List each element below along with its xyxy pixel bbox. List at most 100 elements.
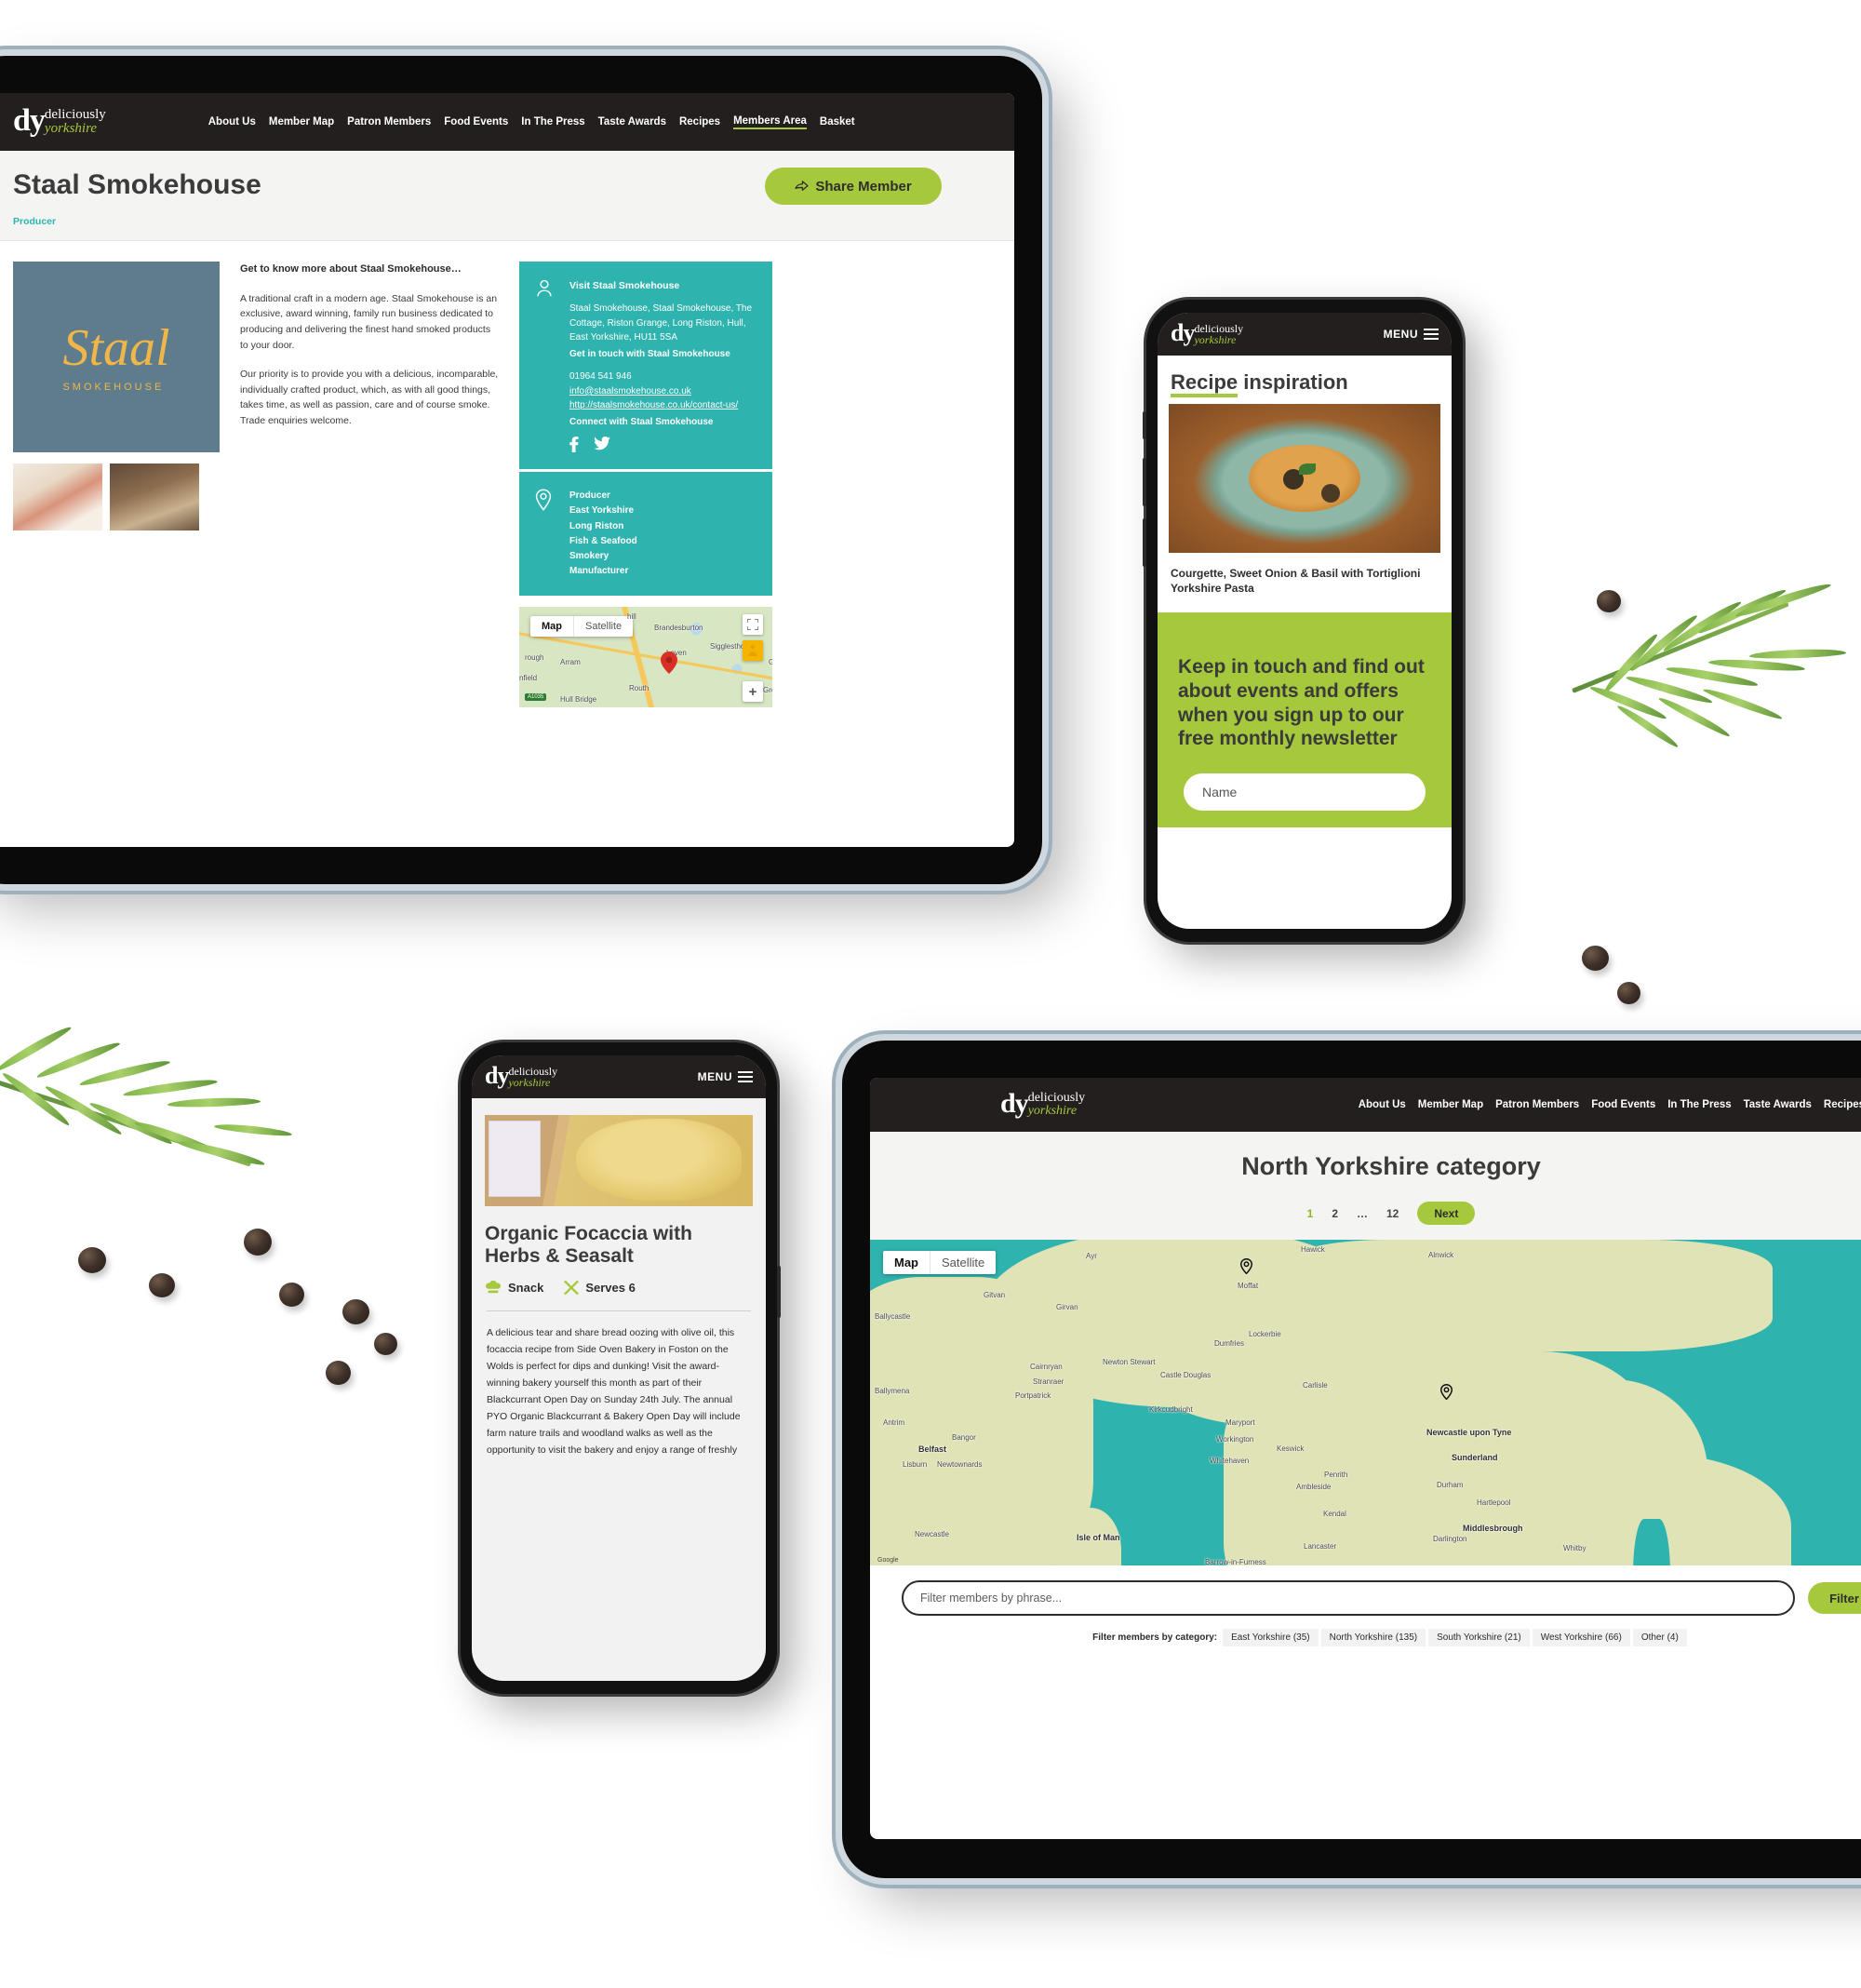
mobile-menu-button[interactable]: MENU	[1384, 326, 1439, 343]
pagination: 1 2 … 12 Next	[870, 1190, 1861, 1240]
peppercorn	[1597, 590, 1621, 612]
nav-item-food-events[interactable]: Food Events	[1591, 1099, 1655, 1110]
logo-mark: dy	[1171, 319, 1195, 346]
recipe-meta-label: Serves 6	[585, 1280, 636, 1295]
minimap-label: Arram	[560, 658, 581, 667]
page-number[interactable]: 2	[1332, 1207, 1338, 1220]
nav-item-about-us[interactable]: About Us	[208, 116, 256, 128]
brand-logo[interactable]: dy deliciously yorkshire	[1171, 319, 1243, 346]
map-place-label: Gitvan	[984, 1291, 1006, 1299]
category-filter-label: Filter members by category:	[1092, 1632, 1218, 1643]
page-number-current[interactable]: 1	[1307, 1207, 1314, 1220]
phone-volume-button[interactable]	[1143, 518, 1146, 567]
filter-phrase-input[interactable]: Filter members by phrase...	[902, 1580, 1795, 1616]
recipe-heading-word: Recipe	[1171, 370, 1238, 397]
about-paragraph: A traditional craft in a modern age. Sta…	[240, 292, 498, 351]
logo-word-2: yorkshire	[1194, 333, 1237, 346]
phone-volume-button[interactable]	[1143, 458, 1146, 506]
member-minimap[interactable]: Map Satellite hill Brandesburton Leven S…	[519, 607, 772, 708]
menu-label: MENU	[1383, 328, 1418, 341]
nav-item-food-events[interactable]: Food Events	[444, 116, 508, 128]
member-body: Staal SMOKEHOUSE Get to know more about …	[0, 241, 1014, 708]
logo-mark: dy	[485, 1062, 509, 1089]
social-links	[569, 437, 757, 453]
nav-item-member-map[interactable]: Member Map	[1418, 1099, 1483, 1110]
rosemary-sprig-bottom-left	[0, 987, 335, 1266]
minimap-map-tab[interactable]: Map	[530, 616, 573, 637]
nav-item-recipes[interactable]: Recipes	[679, 116, 720, 128]
members-map[interactable]: Map Satellite Ayr Girvan Moffat Lockerbie Du…	[870, 1240, 1861, 1565]
member-thumbnail[interactable]	[110, 463, 199, 531]
nav-item-in-the-press[interactable]: In The Press	[1667, 1099, 1731, 1110]
minimap-fullscreen-button[interactable]	[743, 614, 763, 636]
map-place-label: Workington	[1216, 1435, 1254, 1444]
mobile-menu-button[interactable]: MENU	[698, 1068, 753, 1085]
map-place-label: Whitby	[1563, 1544, 1587, 1552]
nav-item-patron-members[interactable]: Patron Members	[347, 116, 431, 128]
visit-heading: Visit Staal Smokehouse	[569, 280, 680, 291]
nav-item-basket[interactable]: Basket	[820, 116, 855, 128]
filter-button[interactable]: Filter	[1808, 1582, 1861, 1614]
nav-item-in-the-press[interactable]: In The Press	[521, 116, 584, 128]
facebook-icon[interactable]	[569, 437, 579, 453]
phone-volume-button[interactable]	[1143, 411, 1146, 439]
minimap-label: hill	[627, 612, 636, 622]
next-page-button[interactable]: Next	[1417, 1202, 1476, 1225]
map-member-pin[interactable]	[1440, 1384, 1453, 1400]
category-list: Producer East Yorkshire Long Riston Fish…	[569, 489, 757, 579]
twitter-icon[interactable]	[594, 437, 610, 450]
brand-logo[interactable]: dy deliciously yorkshire	[485, 1062, 557, 1089]
logo-word-1: deliciously	[1027, 1091, 1086, 1105]
newsletter-heading: Keep in touch and find out about events …	[1178, 656, 1425, 750]
nav-item-taste-awards[interactable]: Taste Awards	[1744, 1099, 1812, 1110]
newsletter-name-input[interactable]: Name	[1184, 772, 1426, 811]
nav-item-members-area[interactable]: Members Area	[733, 115, 807, 129]
minimap-type-control[interactable]: Map Satellite	[530, 616, 634, 638]
category-item: Fish & Seafood	[569, 535, 637, 546]
category-chip-west-yorkshire[interactable]: West Yorkshire (66)	[1532, 1629, 1630, 1646]
map-place-label: Girvan	[1056, 1303, 1078, 1311]
page-ellipsis: …	[1357, 1206, 1368, 1220]
newsletter-block: Keep in touch and find out about events …	[1158, 612, 1452, 827]
member-logo-card: Staal SMOKEHOUSE	[13, 262, 220, 452]
category-chip-north-yorkshire[interactable]: North Yorkshire (135)	[1320, 1629, 1426, 1646]
nav-item-patron-members[interactable]: Patron Members	[1495, 1099, 1579, 1110]
minimap-road-badge: A1035	[525, 693, 547, 702]
nav-item-recipes[interactable]: Recipes	[1824, 1099, 1861, 1110]
map-place-label: Ballymena	[875, 1387, 910, 1395]
focaccia-body: A delicious tear and share bread oozing …	[487, 1326, 741, 1457]
brand-logo[interactable]: dy deliciously yorkshire	[13, 105, 106, 137]
map-place-label: Belfast	[918, 1444, 947, 1454]
nav-item-taste-awards[interactable]: Taste Awards	[598, 116, 666, 128]
about-paragraph: Our priority is to provide you with a de…	[240, 368, 499, 427]
minimap-street-view-button[interactable]	[743, 640, 763, 662]
nav-item-member-map[interactable]: Member Map	[269, 116, 334, 128]
member-thumbnail[interactable]	[13, 463, 102, 531]
member-website-link[interactable]: http://staalsmokehouse.co.uk/contact-us/	[569, 400, 738, 410]
primary-nav: About Us Member Map Patron Members Food …	[1359, 1098, 1861, 1112]
minimap-satellite-tab[interactable]: Satellite	[573, 616, 633, 638]
map-type-control[interactable]: Map Satellite	[883, 1251, 997, 1274]
phone-power-button[interactable]	[777, 1266, 781, 1318]
brand-logo[interactable]: dy deliciously yorkshire	[1000, 1090, 1086, 1118]
map-place-label: Ambleside	[1296, 1483, 1332, 1491]
satellite-tab[interactable]: Satellite	[930, 1251, 996, 1274]
category-chip-other[interactable]: Other (4)	[1632, 1629, 1687, 1646]
category-chip-east-yorkshire[interactable]: East Yorkshire (35)	[1223, 1629, 1319, 1646]
minimap-zoom-in-button[interactable]: +	[743, 681, 763, 703]
map-place-label: Lockerbie	[1249, 1330, 1281, 1338]
member-email-link[interactable]: info@staalsmokehouse.co.uk	[569, 386, 691, 396]
connect-heading: Connect with Staal Smokehouse	[569, 416, 714, 427]
tablet-screen: dy deliciously yorkshire About Us Member…	[0, 93, 1014, 847]
map-place-label: Sunderland	[1452, 1453, 1498, 1462]
share-member-button[interactable]: Share Member	[765, 168, 942, 205]
nav-item-about-us[interactable]: About Us	[1359, 1099, 1406, 1110]
location-pin-icon	[534, 489, 558, 579]
map-place-label: Newton Stewart	[1103, 1358, 1156, 1366]
peppercorn	[326, 1361, 351, 1385]
map-member-pin[interactable]	[1240, 1258, 1252, 1274]
map-tab[interactable]: Map	[883, 1251, 930, 1274]
category-chip-south-yorkshire[interactable]: South Yorkshire (21)	[1428, 1629, 1530, 1646]
page-number[interactable]: 12	[1386, 1207, 1399, 1220]
map-place-label: Middlesbrough	[1463, 1524, 1523, 1533]
